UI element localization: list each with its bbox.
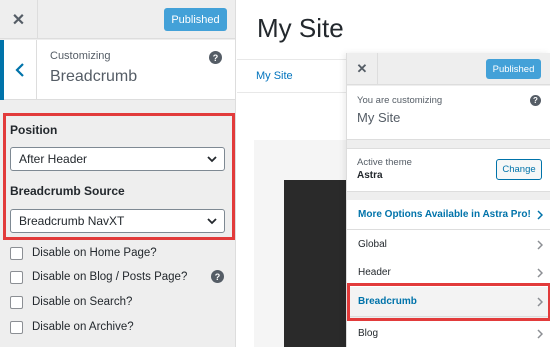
chevron-right-icon	[537, 210, 543, 220]
published-button[interactable]: Published	[164, 8, 227, 31]
customizing-label: You are customizing	[357, 95, 443, 106]
highlight-box	[3, 113, 235, 240]
highlight-box	[347, 283, 550, 321]
checkbox-blog-page[interactable]: Disable on Blog / Posts Page?	[10, 269, 187, 285]
active-theme-label: Active theme	[357, 157, 412, 168]
checkbox[interactable]	[10, 295, 23, 309]
published-button[interactable]: Published	[486, 59, 541, 79]
menu-item-astra-pro[interactable]: More Options Available in Astra Pro!	[347, 200, 550, 230]
customizing-label: Customizing	[50, 50, 111, 62]
site-title[interactable]: My Site	[257, 13, 344, 44]
checkbox-label: Disable on Blog / Posts Page?	[32, 271, 188, 283]
menu-item-label: Header	[358, 267, 391, 278]
close-icon[interactable]: ✕	[347, 53, 378, 85]
help-icon[interactable]: ?	[530, 95, 541, 106]
overlay-header: ✕ Published	[347, 53, 550, 85]
chevron-right-icon	[537, 268, 543, 278]
change-theme-button[interactable]: Change	[496, 159, 542, 180]
overlay-customizing-info: You are customizing My Site ?	[347, 86, 550, 140]
menu-item-label: More Options Available in Astra Pro!	[358, 209, 531, 220]
customizer-overlay-panel: ✕ Published You are customizing My Site …	[346, 53, 550, 347]
menu-item-label: Blog	[358, 328, 379, 339]
checkbox-label: Disable on Archive?	[32, 321, 134, 333]
menu-item-label: Global	[358, 239, 387, 250]
checkbox-search[interactable]: Disable on Search?	[10, 294, 132, 310]
close-icon[interactable]: ✕	[0, 0, 38, 39]
chevron-left-icon	[15, 63, 24, 77]
section-header: Customizing Breadcrumb ?	[0, 40, 235, 100]
menu-item-global[interactable]: Global	[347, 230, 550, 260]
chevron-right-icon	[537, 240, 543, 250]
checkbox[interactable]	[10, 246, 23, 260]
checkbox-archive[interactable]: Disable on Archive?	[10, 319, 134, 335]
customizer-sidebar: ✕ Published Customizing Breadcrumb ? Pos…	[0, 0, 236, 347]
customizer-header: ✕ Published	[0, 0, 235, 39]
checkbox-label: Disable on Home Page?	[32, 247, 157, 259]
back-button[interactable]	[0, 40, 37, 100]
nav-link-my-site[interactable]: My Site	[256, 70, 293, 82]
checkbox-home-page[interactable]: Disable on Home Page?	[10, 245, 157, 261]
menu-item-blog[interactable]: Blog	[347, 319, 550, 347]
help-icon[interactable]: ?	[209, 51, 222, 64]
checkbox[interactable]	[10, 270, 23, 284]
content-image	[284, 180, 350, 347]
section-title: Breadcrumb	[50, 68, 138, 85]
theme-name: Astra	[357, 170, 383, 181]
help-icon[interactable]: ?	[211, 270, 224, 283]
checkbox[interactable]	[10, 320, 23, 334]
checkbox-label: Disable on Search?	[32, 296, 133, 308]
site-name: My Site	[357, 110, 401, 125]
chevron-right-icon	[537, 329, 543, 339]
active-theme-section: Active theme Astra Change	[347, 148, 550, 192]
